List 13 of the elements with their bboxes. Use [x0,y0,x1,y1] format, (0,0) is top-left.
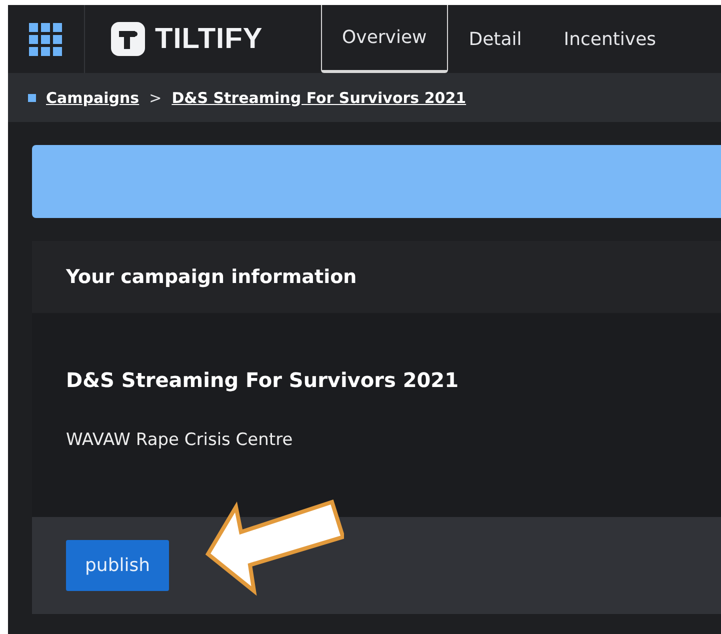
breadcrumb-separator: > [149,88,162,106]
nav-tab[interactable]: Incentives [542,5,678,73]
logo-icon [111,22,145,56]
card-title: Your campaign information [66,266,357,288]
nav-tab[interactable]: Detail [448,5,543,73]
logo-text: TILTIFY [155,22,263,56]
apps-grid-icon[interactable] [29,22,63,56]
breadcrumb-link[interactable]: D&S Streaming For Survivors 2021 [172,88,466,106]
breadcrumb-link[interactable]: Campaigns [46,88,140,106]
cause-name: WAVAW Rape Crisis Centre [66,430,294,450]
publish-button[interactable]: publish [66,540,170,591]
campaign-name: D&S Streaming For Survivors 2021 [66,368,460,392]
square-icon [28,94,36,102]
